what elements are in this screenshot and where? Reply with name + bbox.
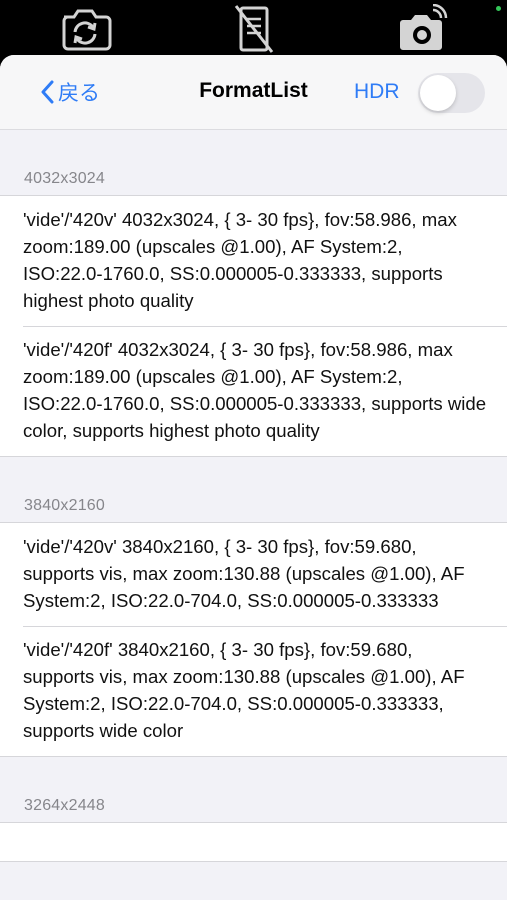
camera-settings-icon[interactable]	[394, 4, 450, 54]
back-label: 戻る	[58, 82, 100, 105]
hdr-toggle[interactable]	[418, 73, 485, 113]
camera-rotate-icon[interactable]	[57, 4, 113, 54]
section-cells	[0, 822, 507, 862]
section-cells: 'vide'/'420v' 4032x3024, { 3- 30 fps}, f…	[0, 195, 507, 457]
camera-toolbar	[0, 0, 507, 60]
status-dot	[496, 6, 501, 11]
format-cell[interactable]: 'vide'/'420v' 4032x3024, { 3- 30 fps}, f…	[0, 196, 507, 326]
format-table: 4032x3024 'vide'/'420v' 4032x3024, { 3- …	[0, 130, 507, 862]
section-3840x2160: 3840x2160 'vide'/'420v' 3840x2160, { 3- …	[0, 457, 507, 757]
hdr-toggle-knob	[420, 75, 456, 111]
section-header: 3840x2160	[24, 497, 105, 514]
hdr-label: HDR	[354, 80, 400, 103]
section-cells: 'vide'/'420v' 3840x2160, { 3- 30 fps}, f…	[0, 522, 507, 757]
chevron-left-icon	[41, 80, 54, 104]
section-4032x3024: 4032x3024 'vide'/'420v' 4032x3024, { 3- …	[0, 130, 507, 457]
section-3264x2448: 3264x2448	[0, 757, 507, 862]
format-cell[interactable]: 'vide'/'420f' 3840x2160, { 3- 30 fps}, f…	[0, 626, 507, 756]
format-cell[interactable]: 'vide'/'420v' 3840x2160, { 3- 30 fps}, f…	[0, 523, 507, 626]
back-button[interactable]: 戻る	[40, 77, 100, 107]
no-document-icon[interactable]	[226, 4, 282, 54]
section-header: 4032x3024	[24, 170, 105, 187]
navigation-bar: 戻る FormatList HDR	[0, 55, 507, 130]
format-list-sheet: 戻る FormatList HDR 4032x3024 'vide'/'420v…	[0, 55, 507, 900]
section-header: 3264x2448	[24, 797, 105, 814]
format-cell[interactable]: 'vide'/'420f' 4032x3024, { 3- 30 fps}, f…	[0, 326, 507, 456]
